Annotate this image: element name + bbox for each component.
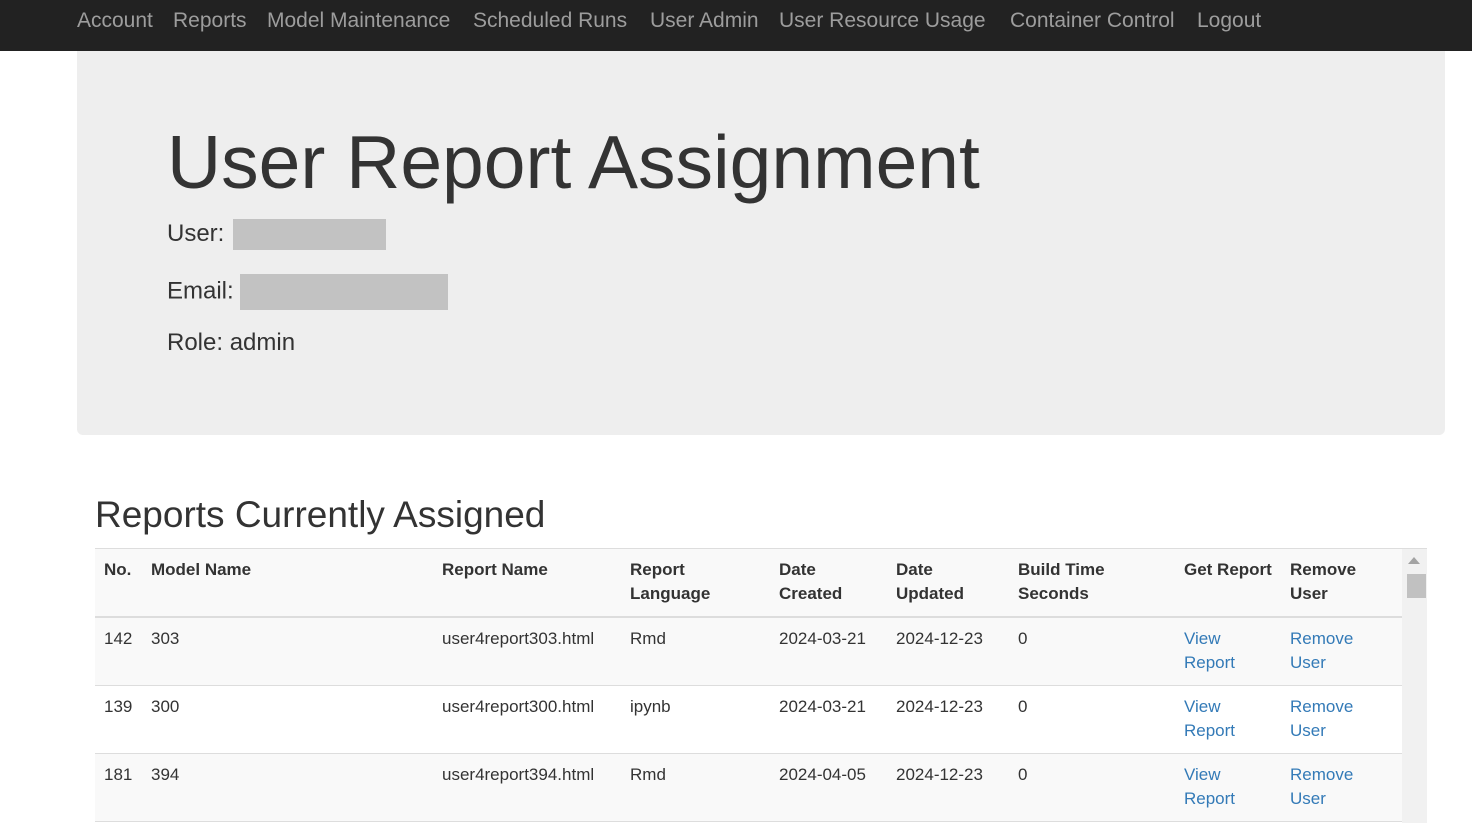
email-label: Email: bbox=[167, 277, 234, 305]
cell-report: user4report300.html bbox=[433, 685, 621, 754]
section-title: Reports Currently Assigned bbox=[95, 494, 546, 535]
cell-model: 303 bbox=[142, 617, 433, 686]
user-line: User: bbox=[167, 219, 387, 251]
cell-lang: ipynb bbox=[621, 685, 770, 754]
remove-user-link[interactable]: Remove User bbox=[1290, 629, 1353, 672]
nav-scheduled-runs[interactable]: Scheduled Runs bbox=[473, 7, 627, 35]
cell-no: 139 bbox=[95, 685, 142, 754]
cell-remove: Remove User bbox=[1281, 753, 1402, 822]
cell-updated: 2024-12-23 bbox=[887, 617, 1009, 686]
reports-table-container[interactable]: No. Model Name Report Name Report Langua… bbox=[95, 548, 1427, 823]
nav-container-control[interactable]: Container Control bbox=[1010, 7, 1175, 35]
cell-remove: Remove User bbox=[1281, 685, 1402, 754]
view-report-link[interactable]: View Report bbox=[1184, 629, 1235, 672]
cell-get: View Report bbox=[1175, 753, 1281, 822]
nav-logout[interactable]: Logout bbox=[1197, 7, 1261, 35]
role-label: Role: bbox=[167, 329, 224, 356]
cell-created: 2024-03-21 bbox=[770, 617, 887, 686]
cell-build: 0 bbox=[1009, 753, 1175, 822]
table-scrollbar[interactable] bbox=[1402, 549, 1427, 823]
cell-get: View Report bbox=[1175, 617, 1281, 686]
col-header: Remove User bbox=[1281, 549, 1402, 618]
col-header: Report Name bbox=[433, 549, 621, 618]
cell-created: 2024-03-21 bbox=[770, 685, 887, 754]
cell-report: user4report394.html bbox=[433, 753, 621, 822]
table-row: 142 303 user4report303.html Rmd 2024-03-… bbox=[95, 617, 1402, 686]
scroll-thumb[interactable] bbox=[1407, 574, 1426, 598]
cell-build: 0 bbox=[1009, 617, 1175, 686]
nav-user-admin[interactable]: User Admin bbox=[650, 7, 759, 35]
user-label: User: bbox=[167, 220, 225, 247]
col-header: Build Time Seconds bbox=[1009, 549, 1175, 618]
nav-user-resource-usage[interactable]: User Resource Usage bbox=[779, 7, 986, 35]
col-header: Date Updated bbox=[887, 549, 1009, 618]
table-row: 139 300 user4report300.html ipynb 2024-0… bbox=[95, 685, 1402, 754]
user-name-redacted bbox=[233, 219, 387, 251]
col-header: Report Language bbox=[621, 549, 770, 618]
cell-lang: Rmd bbox=[621, 617, 770, 686]
cell-no: 181 bbox=[95, 753, 142, 822]
cell-no: 142 bbox=[95, 617, 142, 686]
cell-model: 300 bbox=[142, 685, 433, 754]
email-line: Email: bbox=[167, 274, 449, 310]
cell-remove: Remove User bbox=[1281, 617, 1402, 686]
remove-user-link[interactable]: Remove User bbox=[1290, 765, 1353, 808]
nav-reports[interactable]: Reports bbox=[173, 7, 247, 35]
cell-updated: 2024-12-23 bbox=[887, 685, 1009, 754]
page-title: User Report Assignment bbox=[167, 120, 980, 204]
reports-table: No. Model Name Report Name Report Langua… bbox=[95, 549, 1402, 822]
col-header: Date Created bbox=[770, 549, 887, 618]
cell-build: 0 bbox=[1009, 685, 1175, 754]
role-line: Role: admin bbox=[167, 328, 295, 358]
scroll-up-arrow-icon[interactable] bbox=[1408, 557, 1420, 564]
remove-user-link[interactable]: Remove User bbox=[1290, 697, 1353, 740]
col-header: No. bbox=[95, 549, 142, 618]
cell-created: 2024-04-05 bbox=[770, 753, 887, 822]
col-header: Get Report bbox=[1175, 549, 1281, 618]
view-report-link[interactable]: View Report bbox=[1184, 697, 1235, 740]
table-row: 181 394 user4report394.html Rmd 2024-04-… bbox=[95, 753, 1402, 822]
nav-model-maintenance[interactable]: Model Maintenance bbox=[267, 7, 450, 35]
view-report-link[interactable]: View Report bbox=[1184, 765, 1235, 808]
cell-lang: Rmd bbox=[621, 753, 770, 822]
top-navbar: Account Reports Model Maintenance Schedu… bbox=[0, 0, 1472, 51]
role-value: admin bbox=[229, 329, 296, 356]
cell-report: user4report303.html bbox=[433, 617, 621, 686]
cell-updated: 2024-12-23 bbox=[887, 753, 1009, 822]
email-redacted bbox=[240, 274, 449, 310]
cell-model: 394 bbox=[142, 753, 433, 822]
user-info-panel: User Report Assignment User: Email: Role… bbox=[77, 51, 1445, 435]
table-header-row: No. Model Name Report Name Report Langua… bbox=[95, 549, 1402, 618]
cell-get: View Report bbox=[1175, 685, 1281, 754]
col-header: Model Name bbox=[142, 549, 433, 618]
nav-account[interactable]: Account bbox=[77, 7, 153, 35]
